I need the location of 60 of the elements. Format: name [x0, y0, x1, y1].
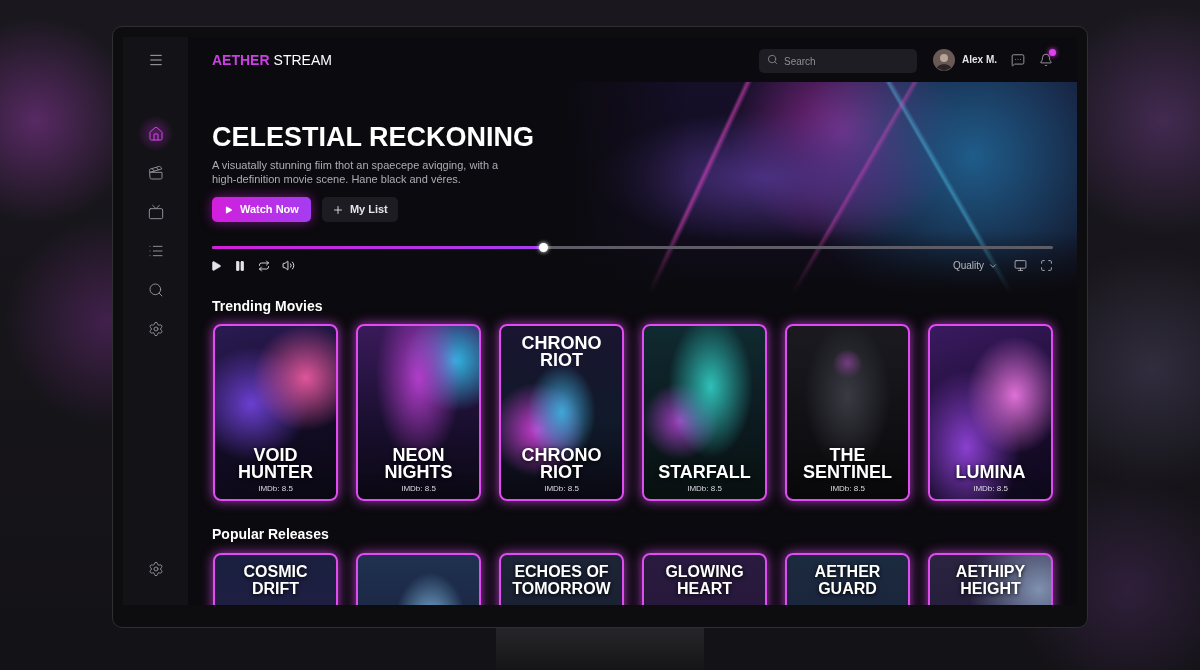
- rating-label: IMDb: 8.5: [401, 484, 436, 494]
- volume-icon[interactable]: [282, 259, 295, 272]
- rating-label: IMDb: 8.5: [544, 484, 579, 494]
- hero-title: CELESTIAL RECKONING: [212, 122, 536, 152]
- my-list-button[interactable]: My List: [321, 197, 398, 222]
- poster-title: THE SENTINEL: [802, 447, 893, 481]
- movie-poster-card[interactable]: VOID HUNTER IMDb: 8.5: [213, 324, 338, 501]
- clapperboard-icon: [147, 164, 164, 181]
- play-icon[interactable]: [210, 259, 222, 272]
- poster-title: COSMIC DRIFT: [242, 563, 309, 597]
- movie-poster-card[interactable]: COSMIC DRIFT: [213, 553, 338, 605]
- home-icon: [147, 125, 164, 142]
- fullscreen-icon[interactable]: [1040, 259, 1053, 272]
- poster-title: AETHER GUARD: [813, 563, 882, 597]
- poster-title: CHRONO RIOT: [520, 447, 603, 481]
- poster-title: LUMINA: [955, 464, 1026, 481]
- movie-poster-card[interactable]: NEON NIGHTS IMDb: 8.5: [356, 324, 481, 501]
- movie-poster-card[interactable]: ECHOES OF TOMORROW: [499, 553, 624, 605]
- plus-icon: [331, 203, 344, 216]
- rating-label: IMDb: 8.5: [687, 484, 722, 494]
- chat-icon[interactable]: [1011, 52, 1025, 67]
- movie-poster-card[interactable]: THE SENTINEL IMDb: 8.5: [785, 324, 910, 501]
- logo-text: STREAM: [273, 50, 332, 69]
- progress-thumb[interactable]: [538, 242, 548, 252]
- section-heading: Trending Movies: [212, 297, 324, 315]
- rating-label: IMDb: 8.5: [973, 484, 1008, 494]
- rating-label: IMDb: 8.5: [258, 484, 293, 494]
- progress-track[interactable]: [212, 241, 1053, 253]
- movie-poster-card[interactable]: AETHIPY HEIGHT: [928, 553, 1053, 605]
- watch-now-button[interactable]: Watch Now: [212, 197, 311, 222]
- quality-dropdown[interactable]: Quality: [952, 259, 998, 272]
- user-name[interactable]: Alex M.: [962, 52, 997, 67]
- repeat-icon[interactable]: [258, 259, 270, 272]
- avatar-icon[interactable]: [933, 48, 955, 71]
- play-icon: [224, 204, 233, 215]
- movie-poster-card[interactable]: AETHER GUARD: [785, 553, 910, 605]
- search-icon: [147, 281, 164, 298]
- poster-title: GLOWING HEART: [664, 563, 745, 597]
- monitor-icon[interactable]: [1014, 259, 1027, 272]
- hero-description: A visuatally stunning fiim thot an spaecepe aviqging, with a high-definition movie scene. Hane black and véres.: [212, 158, 500, 186]
- pause-icon[interactable]: [234, 259, 246, 272]
- search-icon: [767, 54, 778, 65]
- bell-icon[interactable]: [1039, 52, 1053, 67]
- movie-poster-card[interactable]: STARFALL IMDb: 8.5: [642, 324, 767, 501]
- poster-title: AETHIPY HEIGHT: [954, 563, 1027, 597]
- tv-icon: [147, 203, 164, 220]
- poster-title: NEON NIGHTS: [383, 447, 454, 481]
- poster-title: STARFALL: [658, 464, 751, 481]
- movie-poster-card[interactable]: GLOWING HEART: [642, 553, 767, 605]
- poster-title: VOID HUNTER: [237, 447, 314, 481]
- rating-label: IMDb: 8.5: [830, 484, 865, 494]
- movie-poster-card[interactable]: LUMINA IMDb: 8.5: [928, 324, 1053, 501]
- settings-icon: [147, 320, 164, 337]
- movie-poster-card[interactable]: CHRONO RIOT CHRONO RIOT IMDb: 8.5: [499, 324, 624, 501]
- search-field[interactable]: Search: [759, 49, 917, 73]
- poster-title: ECHOES OF TOMORROW: [511, 563, 612, 597]
- poster-title: CHRONO RIOT: [520, 335, 603, 369]
- section-heading: Popular Releases: [212, 525, 330, 543]
- logo-accent-text: AETHER: [212, 50, 270, 69]
- settings-icon[interactable]: [147, 560, 164, 577]
